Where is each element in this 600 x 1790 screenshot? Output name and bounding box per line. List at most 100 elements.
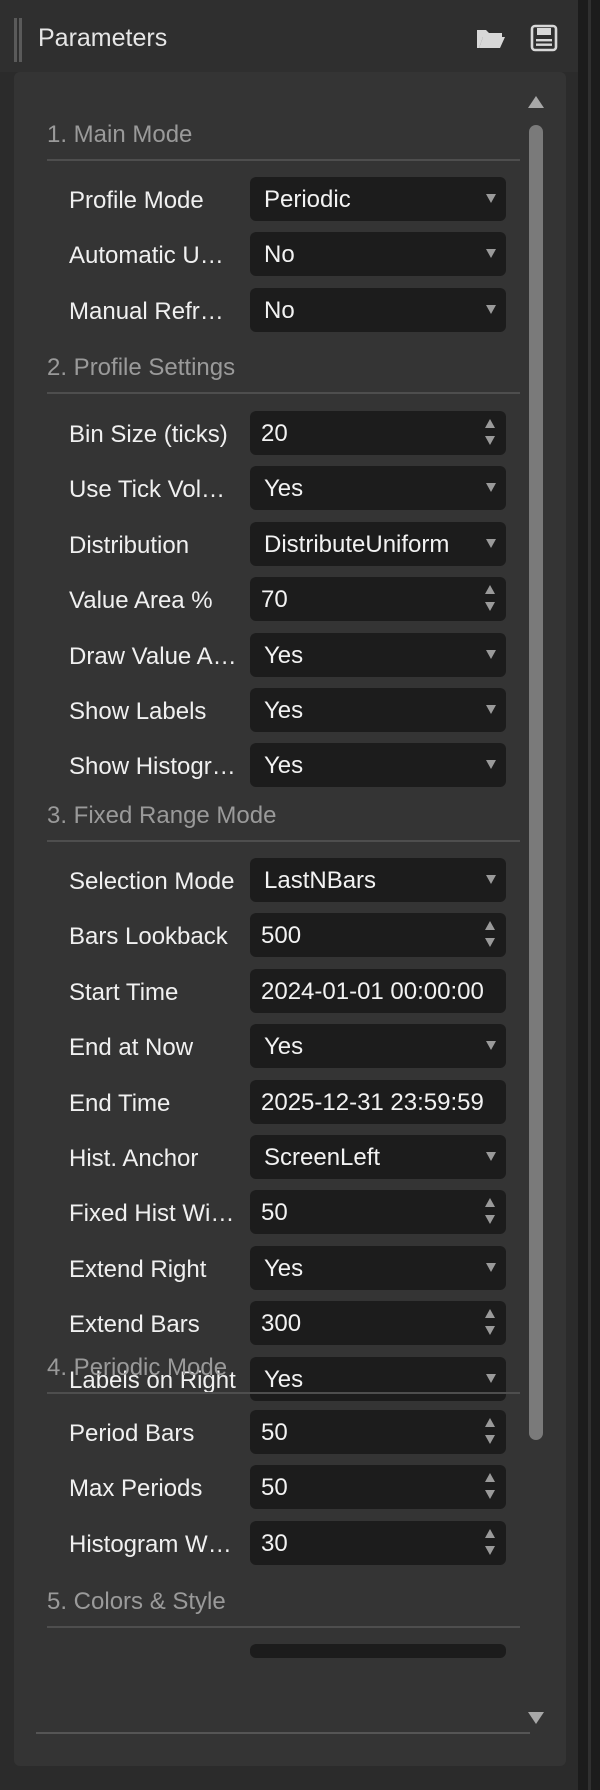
decrement-arrow-icon[interactable]: [485, 1490, 495, 1499]
increment-arrow-icon[interactable]: [485, 1418, 495, 1427]
decrement-arrow-icon[interactable]: [485, 1546, 495, 1555]
parameter-row-partial: [14, 1644, 534, 1692]
number-input[interactable]: 300: [250, 1301, 506, 1345]
dropdown-field[interactable]: Yes: [250, 1246, 506, 1290]
parameter-row: Distribution DistributeUniform: [14, 522, 534, 570]
parameter-label: Extend Right: [69, 1256, 207, 1283]
spinner-arrows-icon[interactable]: [484, 1418, 496, 1446]
parameter-label: Bars Lookback: [69, 923, 228, 950]
drag-grip-icon[interactable]: [14, 18, 22, 62]
number-input[interactable]: 30: [250, 1521, 506, 1565]
decrement-arrow-icon[interactable]: [485, 1326, 495, 1335]
dropdown-field[interactable]: No: [250, 288, 506, 332]
number-input[interactable]: 50: [250, 1190, 506, 1234]
chevron-down-icon[interactable]: [486, 1152, 496, 1161]
number-input[interactable]: 50: [250, 1410, 506, 1454]
scrollbar-thumb[interactable]: [529, 125, 543, 1440]
parameter-row: Show Labels Yes: [14, 688, 534, 736]
parameter-label: Profile Mode: [69, 187, 204, 214]
chevron-down-icon[interactable]: [486, 650, 496, 659]
increment-arrow-icon[interactable]: [485, 1529, 495, 1538]
chevron-down-icon[interactable]: [486, 305, 496, 314]
dropdown-field[interactable]: DistributeUniform: [250, 522, 506, 566]
number-input[interactable]: 20: [250, 411, 506, 455]
chevron-down-icon[interactable]: [486, 483, 496, 492]
dropdown-field[interactable]: Yes: [250, 466, 506, 510]
spinner-arrows-icon[interactable]: [484, 921, 496, 949]
chevron-down-icon[interactable]: [486, 249, 496, 258]
chevron-down-icon[interactable]: [486, 539, 496, 548]
field-value: 300: [261, 1310, 302, 1337]
number-input[interactable]: 50: [250, 1465, 506, 1509]
dropdown-field[interactable]: Yes: [250, 633, 506, 677]
chevron-down-icon[interactable]: [486, 705, 496, 714]
decrement-arrow-icon[interactable]: [485, 1435, 495, 1444]
parameter-label: Automatic Update: [69, 242, 237, 269]
spinner-arrows-icon[interactable]: [484, 1529, 496, 1557]
section-divider: [47, 840, 520, 842]
spinner-arrows-icon[interactable]: [484, 1473, 496, 1501]
dropdown-field[interactable]: No: [250, 232, 506, 276]
increment-arrow-icon[interactable]: [485, 921, 495, 930]
section-divider: [47, 1626, 520, 1628]
spinner-arrows-icon[interactable]: [484, 1309, 496, 1337]
parameter-label: Distribution: [69, 532, 190, 559]
dropdown-field[interactable]: Yes: [250, 1024, 506, 1068]
titlebar[interactable]: Parameters: [0, 0, 578, 72]
parameter-label: Manual Refresh: [69, 298, 237, 325]
chevron-down-icon[interactable]: [486, 1041, 496, 1050]
field-value: 70: [261, 586, 288, 613]
parameter-label: Draw Value Area: [69, 643, 237, 670]
decrement-arrow-icon[interactable]: [485, 938, 495, 947]
dropdown-field[interactable]: ScreenLeft: [250, 1135, 506, 1179]
increment-arrow-icon[interactable]: [485, 585, 495, 594]
field-value: Yes: [264, 1255, 304, 1282]
field-value: LastNBars: [264, 867, 377, 894]
field-value: Yes: [264, 1033, 304, 1060]
dropdown-field[interactable]: LastNBars: [250, 858, 506, 902]
field-value: Yes: [264, 752, 304, 779]
number-input[interactable]: 70: [250, 577, 506, 621]
spinner-arrows-icon[interactable]: [484, 1198, 496, 1226]
dropdown-field[interactable]: [250, 1644, 506, 1658]
increment-arrow-icon[interactable]: [485, 1309, 495, 1318]
increment-arrow-icon[interactable]: [485, 1473, 495, 1482]
increment-arrow-icon[interactable]: [485, 1198, 495, 1207]
chevron-down-icon[interactable]: [486, 1263, 496, 1272]
spinner-arrows-icon[interactable]: [484, 419, 496, 447]
number-input[interactable]: 500: [250, 913, 506, 957]
parameter-label: Bin Size (ticks): [69, 421, 228, 448]
section-header[interactable]: 5. Colors & Style: [47, 1588, 520, 1628]
section-header[interactable]: 3. Fixed Range Mode: [47, 802, 520, 842]
decrement-arrow-icon[interactable]: [485, 602, 495, 611]
increment-arrow-icon[interactable]: [485, 419, 495, 428]
chevron-down-icon[interactable]: [486, 760, 496, 769]
section-header[interactable]: 1. Main Mode: [47, 121, 520, 161]
parameter-row: Draw Value Area Yes: [14, 633, 534, 681]
text-input[interactable]: 2024-01-01 00:00:00: [250, 969, 506, 1013]
open-folder-icon[interactable]: [474, 22, 508, 54]
chevron-down-icon[interactable]: [486, 875, 496, 884]
field-value: 2025-12-31 23:59:59: [261, 1089, 484, 1116]
dropdown-field[interactable]: Periodic: [250, 177, 506, 221]
spinner-arrows-icon[interactable]: [484, 585, 496, 613]
section-header[interactable]: 4. Periodic Mode: [47, 1354, 520, 1394]
decrement-arrow-icon[interactable]: [485, 436, 495, 445]
splitter[interactable]: [588, 0, 591, 1790]
field-value: Periodic: [264, 186, 351, 213]
parameter-row: Use Tick Volume Yes: [14, 466, 534, 514]
dropdown-field[interactable]: Yes: [250, 743, 506, 787]
dropdown-field[interactable]: Yes: [250, 688, 506, 732]
scroll-up-arrow-icon[interactable]: [528, 96, 544, 108]
section-header[interactable]: 2. Profile Settings: [47, 354, 520, 394]
chevron-down-icon[interactable]: [486, 194, 496, 203]
save-icon[interactable]: [528, 22, 562, 54]
scroll-down-arrow-icon[interactable]: [528, 1712, 544, 1724]
parameter-row: Histogram Width 30: [14, 1521, 534, 1569]
section-title: 1. Main Mode: [47, 121, 193, 148]
field-value: ScreenLeft: [264, 1144, 381, 1171]
text-input[interactable]: 2025-12-31 23:59:59: [250, 1080, 506, 1124]
field-value: 50: [261, 1419, 288, 1446]
parameter-row: Max Periods 50: [14, 1465, 534, 1513]
decrement-arrow-icon[interactable]: [485, 1215, 495, 1224]
